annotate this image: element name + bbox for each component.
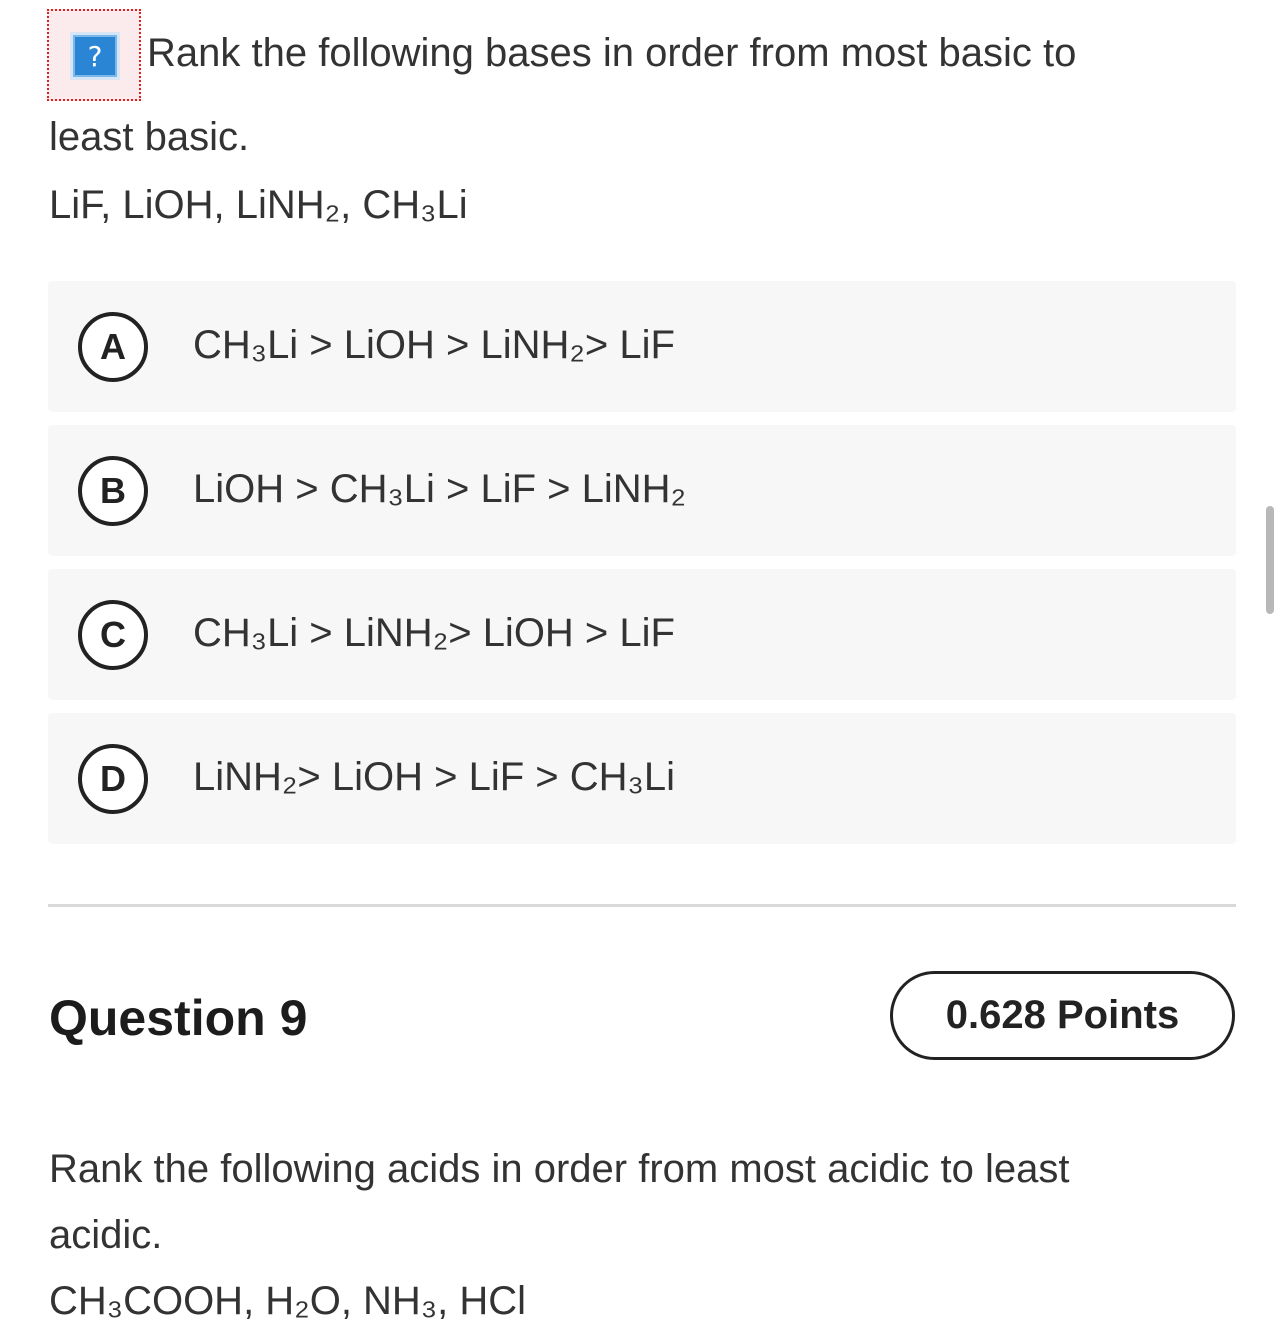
- answer-option-a[interactable]: A CH₃Li > LiOH > LiNH₂> LiF: [48, 281, 1236, 412]
- option-letter-badge: D: [78, 744, 148, 814]
- option-text: CH₃Li > LiNH₂> LiOH > LiF: [193, 611, 675, 655]
- question-9-prompt-line-2: acidic.: [49, 1213, 163, 1257]
- question-8-prompt-line-1: Rank the following bases in order from m…: [147, 31, 1077, 75]
- question-9-prompt-line-1: Rank the following acids in order from m…: [49, 1147, 1070, 1191]
- answer-option-d[interactable]: D LiNH₂> LiOH > LiF > CH₃Li: [48, 713, 1236, 844]
- option-text: LiOH > CH₃Li > LiF > LiNH₂: [193, 467, 687, 511]
- question-mark-icon[interactable]: ?: [73, 35, 117, 77]
- answer-option-c[interactable]: C CH₃Li > LiNH₂> LiOH > LiF: [48, 569, 1236, 700]
- answer-option-b[interactable]: B LiOH > CH₃Li > LiF > LiNH₂: [48, 425, 1236, 556]
- vertical-scrollbar[interactable]: [1266, 506, 1274, 614]
- quiz-page: ? Rank the following bases in order from…: [0, 0, 1284, 1337]
- question-9-title: Question 9: [49, 990, 308, 1046]
- question-8-prompt-line-2: least basic.: [49, 115, 250, 159]
- question-9-compounds: CH₃COOH, H₂O, NH₃, HCl: [49, 1279, 526, 1323]
- option-letter-badge: C: [78, 600, 148, 670]
- section-divider: [48, 904, 1236, 907]
- option-text: LiNH₂> LiOH > LiF > CH₃Li: [193, 755, 675, 799]
- option-text: CH₃Li > LiOH > LiNH₂> LiF: [193, 323, 675, 367]
- option-letter-badge: B: [78, 456, 148, 526]
- option-letter-badge: A: [78, 312, 148, 382]
- points-badge: 0.628 Points: [890, 971, 1235, 1060]
- question-8-compounds: LiF, LiOH, LiNH₂, CH₃Li: [49, 183, 468, 227]
